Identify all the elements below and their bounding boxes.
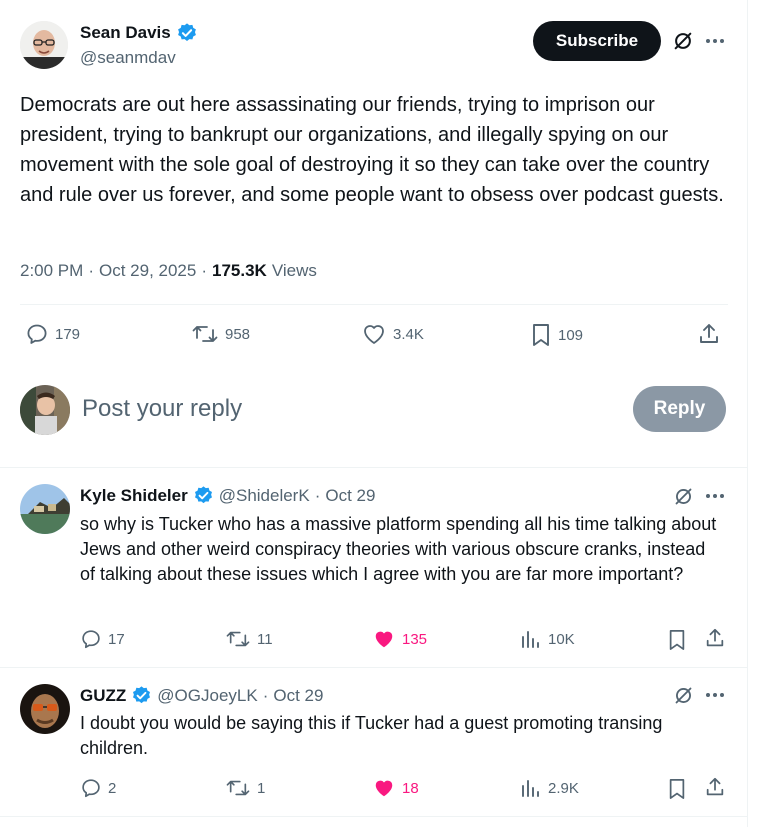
repost-count: 11 [257, 630, 273, 648]
divider [0, 667, 748, 668]
reply-author-name[interactable]: GUZZ [80, 686, 126, 706]
more-options-icon[interactable] [705, 32, 725, 50]
bookmark-icon[interactable] [667, 628, 687, 652]
analytics-icon [520, 777, 542, 799]
tweet-date[interactable]: Oct 29, 2025 [99, 261, 196, 281]
heart-icon [361, 322, 387, 346]
meta-separator: · [201, 261, 207, 280]
reply-author-handle[interactable]: @OGJoeyLK [157, 686, 257, 706]
reply-icon [80, 777, 102, 799]
reply-button[interactable]: Reply [633, 386, 726, 432]
heart-filled-icon [372, 777, 396, 799]
verified-badge-icon [131, 685, 152, 706]
grok-icon[interactable] [673, 685, 694, 706]
like-action[interactable]: 135 [372, 628, 427, 650]
reply-count: 17 [108, 630, 125, 648]
reply-header: Kyle Shideler @ShidelerK · Oct 29 [80, 485, 375, 506]
subscribe-button[interactable]: Subscribe [533, 21, 661, 61]
share-icon[interactable] [704, 776, 726, 798]
more-options-icon[interactable] [705, 686, 725, 704]
reply-icon [25, 322, 49, 346]
reply-date[interactable]: Oct 29 [325, 486, 375, 506]
divider [0, 816, 748, 817]
bookmark-action[interactable]: 109 [530, 322, 583, 348]
share-icon[interactable] [704, 627, 726, 649]
reply-author-name[interactable]: Kyle Shideler [80, 486, 188, 506]
meta-separator: · [262, 685, 269, 705]
reply-action[interactable]: 2 [80, 777, 116, 799]
divider [0, 467, 748, 468]
repost-icon [191, 322, 219, 346]
repost-action[interactable]: 11 [225, 628, 273, 650]
reply-text: so why is Tucker who has a massive platf… [80, 514, 717, 584]
reply-count: 179 [55, 325, 81, 343]
views-count: 175.3K [212, 261, 267, 280]
author-name[interactable]: Sean Davis [80, 23, 171, 43]
reply-action[interactable]: 17 [80, 628, 125, 650]
share-icon[interactable] [697, 322, 721, 346]
author-handle[interactable]: @seanmdav [80, 48, 176, 68]
reply-icon [80, 628, 102, 650]
grok-icon[interactable] [672, 30, 694, 52]
repost-icon [225, 777, 251, 799]
like-action[interactable]: 3.4K [361, 322, 424, 346]
analytics-icon [520, 628, 542, 650]
meta-separator: · [88, 261, 94, 280]
views-count: 2.9K [548, 779, 579, 797]
reply-author-handle[interactable]: @ShidelerK [219, 486, 310, 506]
heart-filled-icon [372, 628, 396, 650]
repost-action[interactable]: 1 [225, 777, 265, 799]
verified-badge-icon [176, 22, 198, 44]
reply-author-avatar[interactable] [20, 684, 70, 734]
conversation-column: Sean Davis @seanmdav Subscribe Democrats… [0, 0, 748, 827]
views-action[interactable]: 2.9K [520, 777, 579, 799]
reply-count: 2 [108, 779, 117, 797]
like-count: 135 [402, 630, 428, 648]
tweet-meta: 2:00 PM · Oct 29, 2025 · 175.3K Views [20, 261, 317, 281]
verified-badge-icon [193, 485, 214, 506]
views-action[interactable]: 10K [520, 628, 575, 650]
more-options-icon[interactable] [705, 487, 725, 505]
grok-icon[interactable] [673, 486, 694, 507]
author-name-row: Sean Davis [80, 22, 198, 44]
like-action[interactable]: 18 [372, 777, 419, 799]
bookmark-icon[interactable] [667, 777, 687, 801]
like-count: 18 [402, 779, 419, 797]
views-count: 10K [548, 630, 575, 648]
reply-author-avatar[interactable] [20, 484, 70, 534]
meta-separator: · [314, 485, 321, 505]
repost-icon [225, 628, 251, 650]
reply-input[interactable]: Post your reply [82, 395, 242, 423]
repost-action[interactable]: 958 [191, 322, 250, 346]
current-user-avatar[interactable] [20, 385, 70, 435]
reply-date[interactable]: Oct 29 [273, 686, 323, 706]
repost-count: 1 [257, 779, 266, 797]
like-count: 3.4K [393, 325, 424, 343]
tweet-time[interactable]: 2:00 PM [20, 261, 83, 281]
bookmark-count: 109 [558, 326, 584, 344]
reply-header: GUZZ @OGJoeyLK · Oct 29 [80, 685, 323, 706]
bookmark-icon [530, 322, 552, 348]
tweet-text: Democrats are out here assassinating our… [20, 94, 724, 206]
author-avatar[interactable] [20, 21, 68, 69]
repost-count: 958 [225, 325, 251, 343]
reply-text: I doubt you would be saying this if Tuck… [80, 713, 663, 758]
reply-action[interactable]: 179 [25, 322, 80, 346]
views-label: Views [271, 261, 317, 280]
divider [20, 304, 728, 305]
